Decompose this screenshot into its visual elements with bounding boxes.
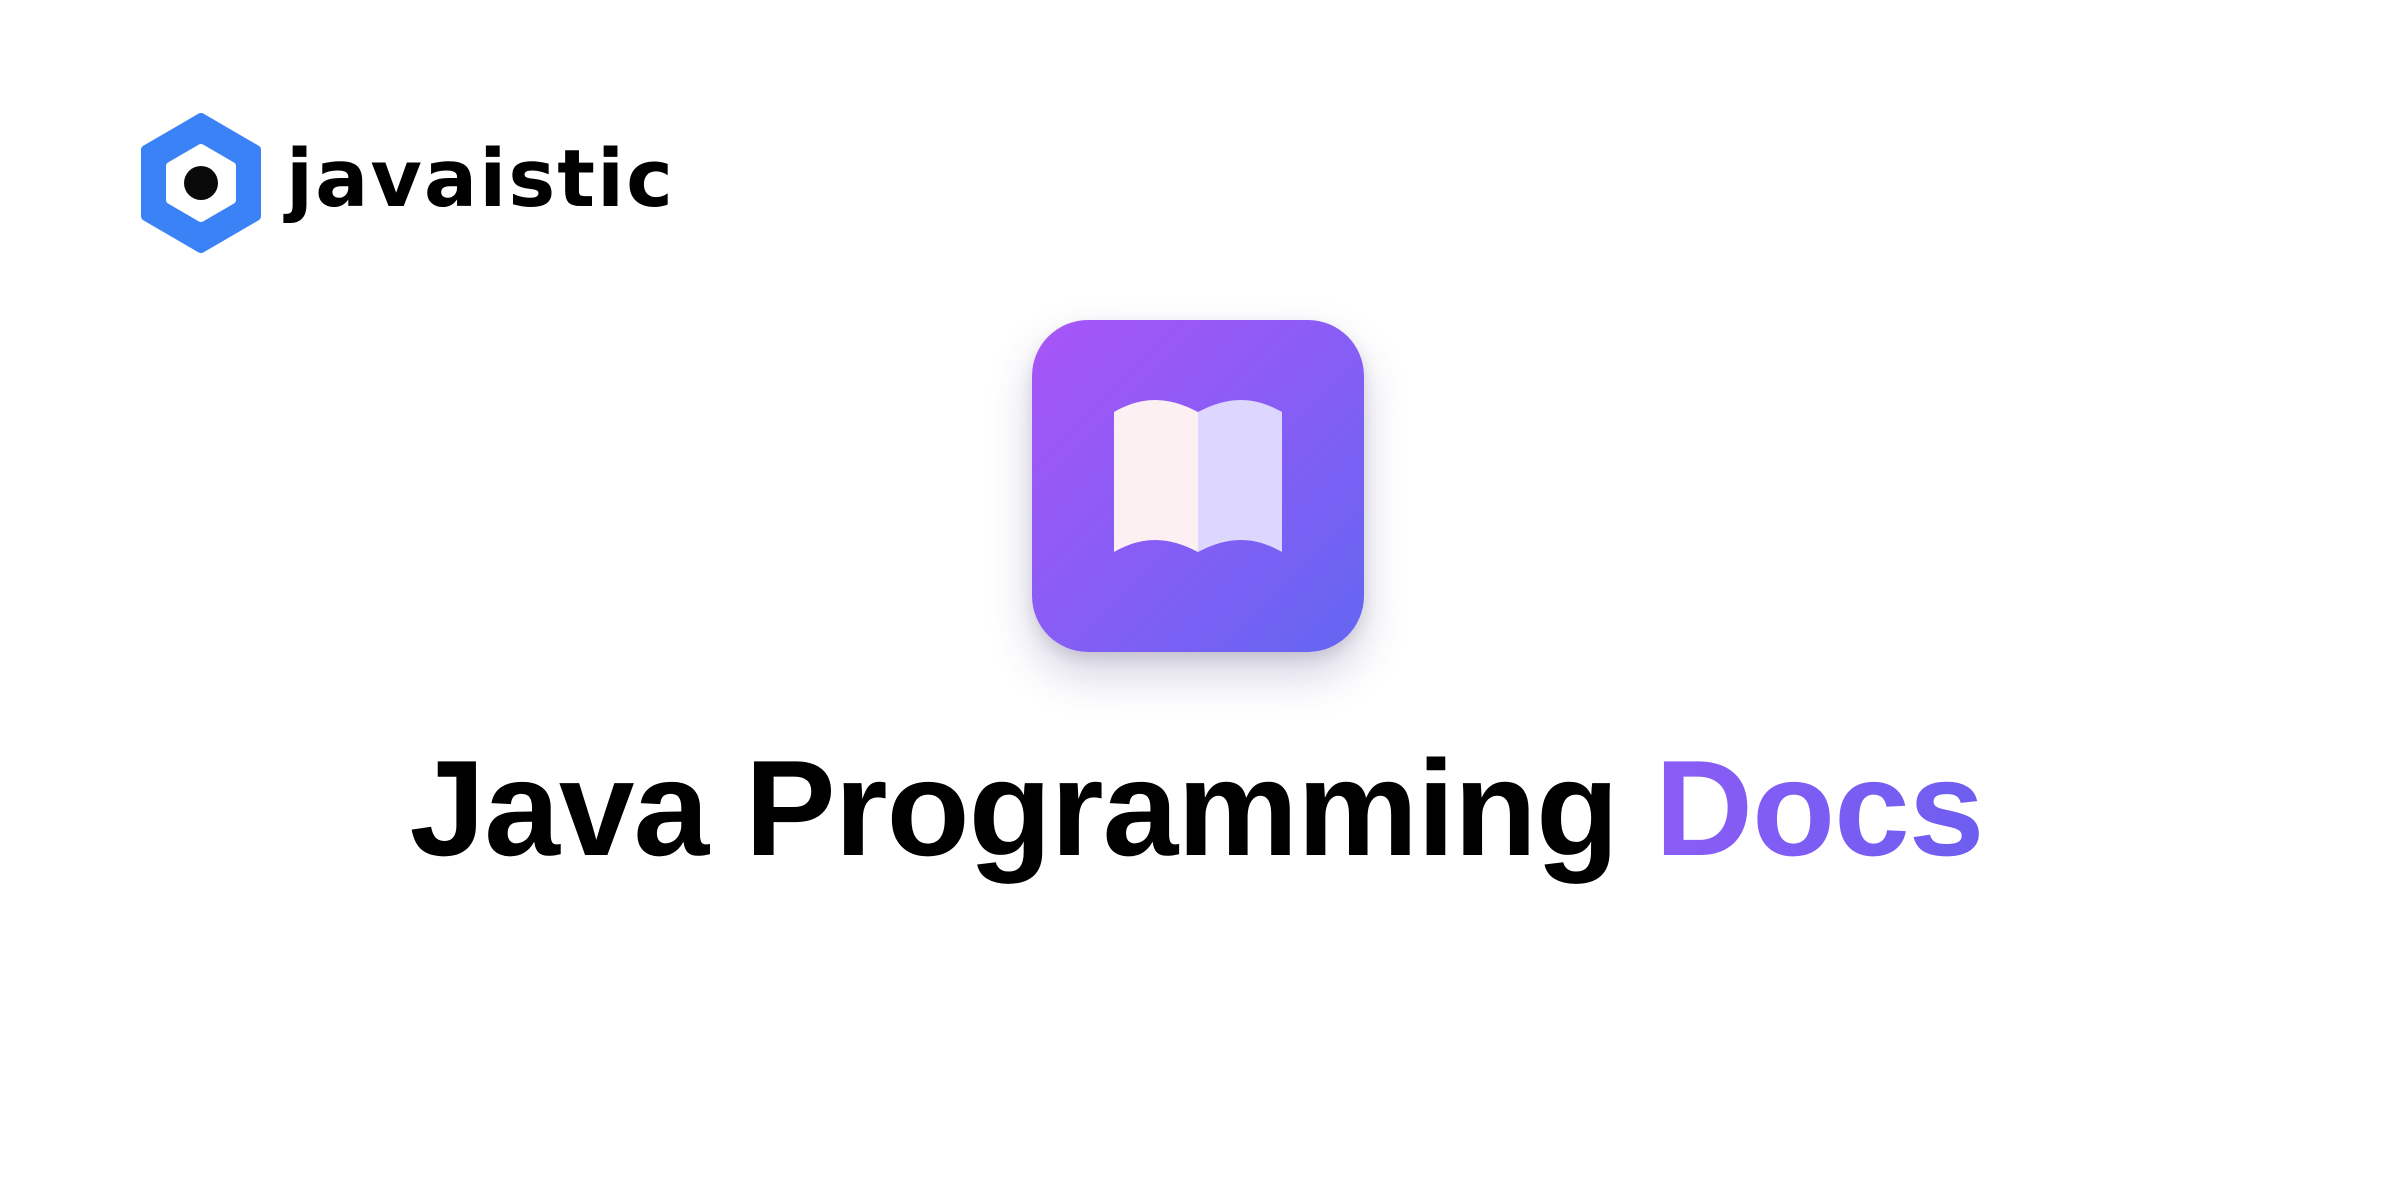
open-book-icon [1114,400,1282,552]
title-primary: Java Programming [409,732,1619,884]
brand: javaistic [138,112,675,254]
page-title: Java Programming Docs [0,740,2393,876]
app-icon [1032,320,1364,652]
hexagon-logo-icon [141,113,261,253]
title-accent: Docs [1654,732,1985,884]
brand-name: javaistic [286,132,675,225]
